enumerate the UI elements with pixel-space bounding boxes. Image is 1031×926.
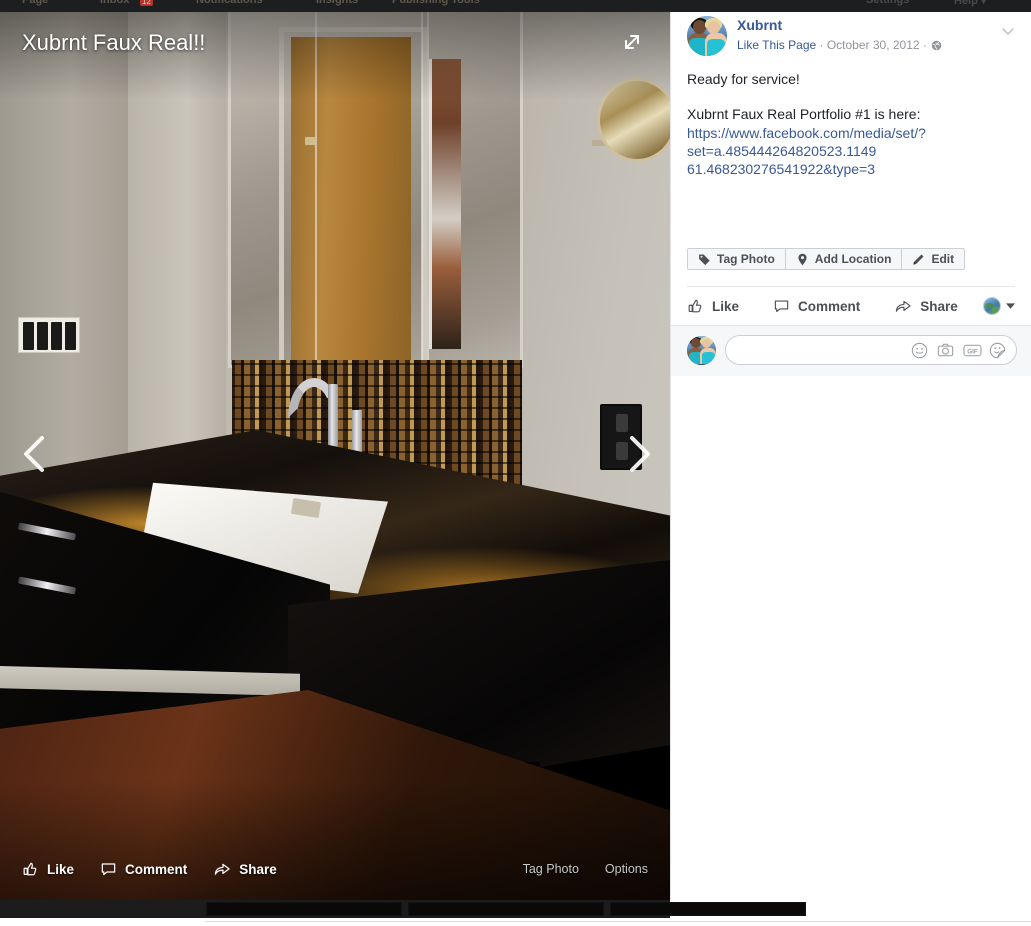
post-share-button[interactable]: Share xyxy=(894,298,958,315)
tag-icon xyxy=(698,253,711,266)
tag-photo-button[interactable]: Tag Photo xyxy=(687,248,786,270)
engagement-bar-wrap: Like Comment Share xyxy=(671,286,1031,325)
add-location-button[interactable]: Add Location xyxy=(785,248,903,270)
photo-image[interactable] xyxy=(0,0,670,900)
post-message: Ready for service! Xubrnt Faux Real Port… xyxy=(671,56,1031,178)
photo-options-link[interactable]: Options xyxy=(605,862,648,876)
photo-like-label: Like xyxy=(47,861,75,877)
post-meta-buttons: Tag Photo Add Location Edit xyxy=(671,234,1031,270)
comment-bubble-icon xyxy=(773,298,790,315)
globe-icon[interactable] xyxy=(931,40,942,51)
like-this-page-link[interactable]: Like This Page xyxy=(737,38,816,52)
meta-separator-1: · xyxy=(816,38,827,52)
audience-selector[interactable] xyxy=(983,297,1015,315)
comment-composer: GIF xyxy=(671,325,1031,376)
post-comment-label: Comment xyxy=(798,298,861,314)
gif-icon[interactable]: GIF xyxy=(963,342,982,359)
inbox-badge: 12 xyxy=(140,0,153,6)
photo-stage: Xubrnt Faux Real!! Like Comment Share Ta… xyxy=(0,0,670,900)
post-link[interactable]: https://www.facebook.com/media/set/? set=… xyxy=(687,124,1015,178)
post-like-label: Like xyxy=(712,298,740,314)
edit-label: Edit xyxy=(931,252,955,266)
photo-tag-photo-link[interactable]: Tag Photo xyxy=(523,862,579,876)
caret-down-icon xyxy=(1006,302,1015,310)
nav-item-settings[interactable]: Settings xyxy=(866,0,909,6)
photo-viewer-page: Page Inbox 12 Notifications Insights Pub… xyxy=(0,0,1031,926)
post-menu-chevron-down-icon[interactable] xyxy=(999,22,1017,40)
previous-photo-button[interactable] xyxy=(14,428,60,480)
post-detail-panel: Xubrnt Like This Page · October 30, 2012… xyxy=(670,0,1031,900)
comment-bubble-icon xyxy=(100,861,117,878)
nav-item-insights[interactable]: Insights xyxy=(316,0,358,6)
nav-item-help[interactable]: Help ▾ xyxy=(954,0,986,7)
photo-comment-label: Comment xyxy=(125,861,188,877)
add-location-label: Add Location xyxy=(814,252,892,266)
post-link-line-2: set=a.485444264820523.1149 xyxy=(687,143,877,159)
engagement-bar: Like Comment Share xyxy=(687,287,1015,325)
edit-button[interactable]: Edit xyxy=(902,248,966,270)
nav-item-page[interactable]: Page xyxy=(22,0,48,6)
post-meta-line: Like This Page · October 30, 2012 · xyxy=(737,37,942,53)
filmstrip-thumbnail[interactable] xyxy=(610,902,806,916)
thumbs-up-icon xyxy=(22,861,39,878)
comment-input[interactable]: GIF xyxy=(725,335,1017,365)
photo-share-button[interactable]: Share xyxy=(213,861,277,878)
tag-photo-label: Tag Photo xyxy=(717,252,775,266)
location-pin-icon xyxy=(796,253,809,266)
photo-like-button[interactable]: Like xyxy=(22,861,74,878)
post-link-line-1: https://www.facebook.com/media/set/? xyxy=(687,125,926,141)
audience-globe-icon xyxy=(983,297,1001,315)
post-share-label: Share xyxy=(920,298,958,314)
expand-arrows-icon[interactable] xyxy=(618,28,646,56)
meta-separator-2: · xyxy=(919,38,931,52)
post-text-line-2: Xubrnt Faux Real Portfolio #1 is here: xyxy=(687,106,921,122)
nav-item-notifications[interactable]: Notifications xyxy=(196,0,263,6)
photo-comment-button[interactable]: Comment xyxy=(100,861,187,878)
svg-text:GIF: GIF xyxy=(967,348,978,355)
camera-icon[interactable] xyxy=(937,342,954,359)
pencil-icon xyxy=(912,253,925,266)
page-name-link[interactable]: Xubrnt xyxy=(737,17,942,34)
photo-share-label: Share xyxy=(239,861,277,877)
photo-action-bar: Like Comment Share Tag Photo Options xyxy=(0,838,670,900)
share-arrow-icon xyxy=(213,861,231,878)
sticker-icon[interactable] xyxy=(989,342,1006,359)
nav-item-publishing-tools[interactable]: Publishing Tools xyxy=(392,0,480,6)
site-navigation-bar: Page Inbox 12 Notifications Insights Pub… xyxy=(0,0,1031,12)
filmstrip-thumbnail[interactable] xyxy=(408,902,604,916)
filmstrip-thumbnail[interactable] xyxy=(206,902,402,916)
thumbs-up-icon xyxy=(687,298,704,315)
post-text-line-1: Ready for service! xyxy=(687,71,800,87)
next-photo-button[interactable] xyxy=(614,428,660,480)
page-avatar[interactable] xyxy=(687,16,727,56)
post-comment-button[interactable]: Comment xyxy=(773,298,860,315)
photo-filmstrip xyxy=(0,900,1031,926)
share-arrow-icon xyxy=(894,298,912,315)
emoji-icon[interactable] xyxy=(911,342,928,359)
post-date: October 30, 2012 xyxy=(826,38,920,52)
post-like-button[interactable]: Like xyxy=(687,298,739,315)
user-avatar[interactable] xyxy=(687,335,716,365)
photo-title: Xubrnt Faux Real!! xyxy=(22,30,206,55)
nav-item-inbox[interactable]: Inbox xyxy=(100,0,129,6)
post-link-line-3: 61.468230276541922&type=3 xyxy=(687,161,876,177)
filmstrip-divider xyxy=(205,921,1031,922)
